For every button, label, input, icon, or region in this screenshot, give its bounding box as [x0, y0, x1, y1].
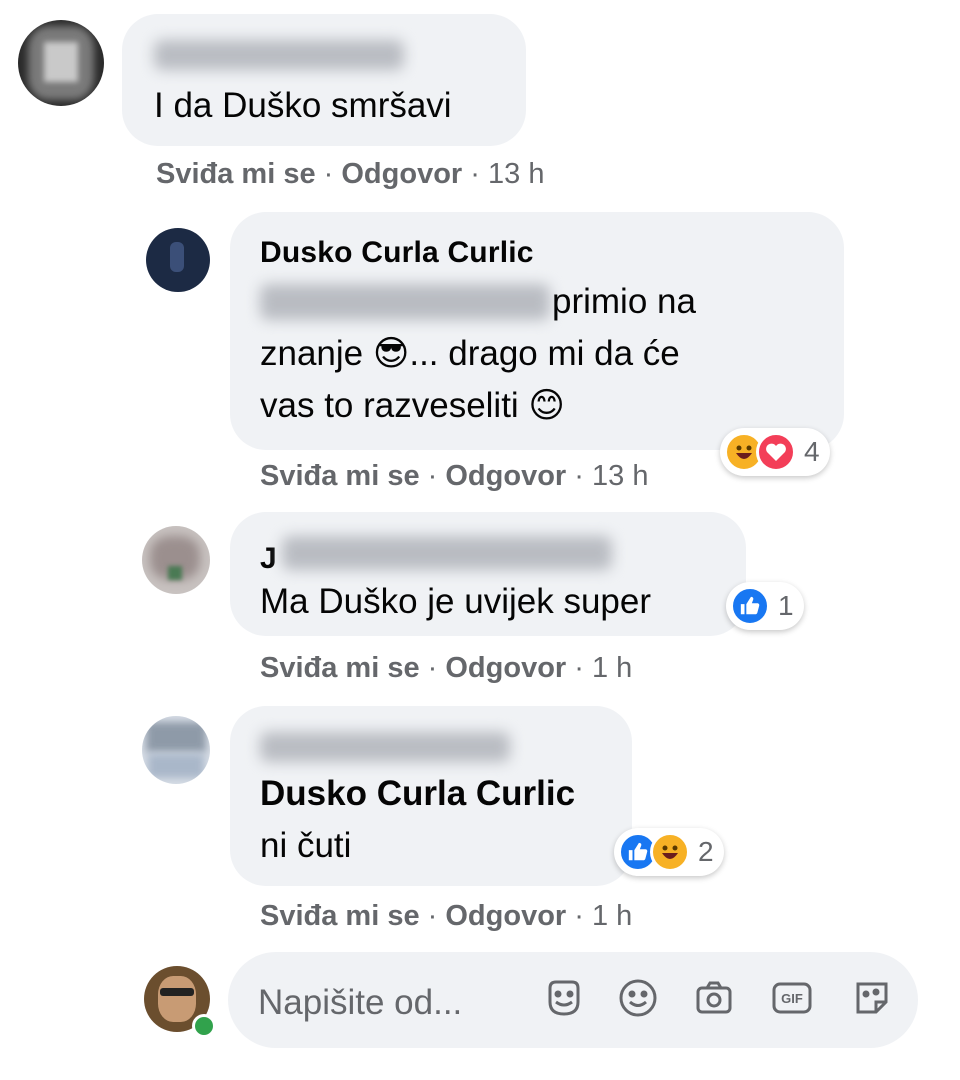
reply-text-line: vas to razveseliti 😊: [260, 386, 565, 425]
reply-author[interactable]: Dusko Curla Curlic: [260, 236, 534, 270]
reply-bubble: Dusko Curla Curlic ni čuti: [230, 706, 632, 886]
comment-text: I da Duško smršavi: [154, 86, 452, 125]
reply-text-line: primio na: [552, 282, 696, 321]
like-icon: [730, 586, 770, 626]
like-link[interactable]: Sviđa mi se: [156, 158, 316, 190]
sticker-icon[interactable]: [846, 972, 898, 1024]
reply-text-line: znanje 😎... drago mi da će: [260, 334, 680, 373]
reply-text: ni čuti: [260, 826, 352, 865]
reply-avatar[interactable]: [146, 228, 210, 292]
reply-author-initial[interactable]: J: [260, 542, 277, 576]
timestamp[interactable]: 1 h: [592, 652, 632, 684]
reply-link[interactable]: Odgovor: [341, 158, 462, 190]
reply-text: Ma Duško je uvijek super: [260, 582, 651, 621]
reply-link[interactable]: Odgovor: [445, 900, 566, 932]
timestamp[interactable]: 1 h: [592, 900, 632, 932]
camera-icon[interactable]: [688, 972, 740, 1024]
reply-link[interactable]: Odgovor: [445, 652, 566, 684]
reaction-count: 4: [804, 436, 820, 467]
mention-tag[interactable]: Dusko Curla Curlic: [260, 768, 575, 820]
reply-avatar[interactable]: [142, 716, 210, 784]
commenter-avatar[interactable]: [18, 20, 104, 106]
reaction-count: 2: [698, 836, 714, 867]
svg-text:GIF: GIF: [781, 991, 803, 1006]
blurred-author-name[interactable]: [260, 732, 510, 762]
reply-link[interactable]: Odgovor: [445, 460, 566, 492]
gif-icon[interactable]: GIF: [766, 972, 818, 1024]
comment-bubble: I da Duško smršavi: [122, 14, 526, 146]
comment-actions: Sviđa mi se · Odgovor · 13 h: [156, 158, 545, 190]
timestamp[interactable]: 13 h: [488, 158, 544, 190]
reply-actions: Sviđa mi se · Odgovor · 1 h: [260, 652, 633, 684]
comment-input-placeholder: Napišite od...: [258, 983, 463, 1022]
like-link[interactable]: Sviđa mi se: [260, 652, 420, 684]
online-status-dot: [192, 1014, 216, 1038]
timestamp[interactable]: 13 h: [592, 460, 648, 492]
reaction-summary[interactable]: 1: [726, 582, 804, 630]
blurred-author-name[interactable]: [282, 536, 612, 570]
like-link[interactable]: Sviđa mi se: [260, 900, 420, 932]
haha-icon: [650, 832, 690, 872]
emoji-icon[interactable]: [612, 972, 664, 1024]
reply-bubble: J Ma Duško je uvijek super: [230, 512, 746, 636]
reaction-summary[interactable]: 2: [614, 828, 724, 876]
reply-actions: Sviđa mi se · Odgovor · 1 h: [260, 900, 633, 932]
blurred-mention[interactable]: [260, 284, 550, 320]
reply-actions: Sviđa mi se · Odgovor · 13 h: [260, 460, 649, 492]
reply-bubble: Dusko Curla Curlic primio na znanje 😎...…: [230, 212, 844, 450]
avatar-sticker-icon[interactable]: [538, 972, 590, 1024]
reaction-summary[interactable]: 4: [720, 428, 830, 476]
reply-avatar[interactable]: [142, 526, 210, 594]
love-icon: [756, 432, 796, 472]
like-link[interactable]: Sviđa mi se: [260, 460, 420, 492]
reaction-count: 1: [778, 590, 794, 621]
blurred-author-name[interactable]: [154, 40, 404, 70]
